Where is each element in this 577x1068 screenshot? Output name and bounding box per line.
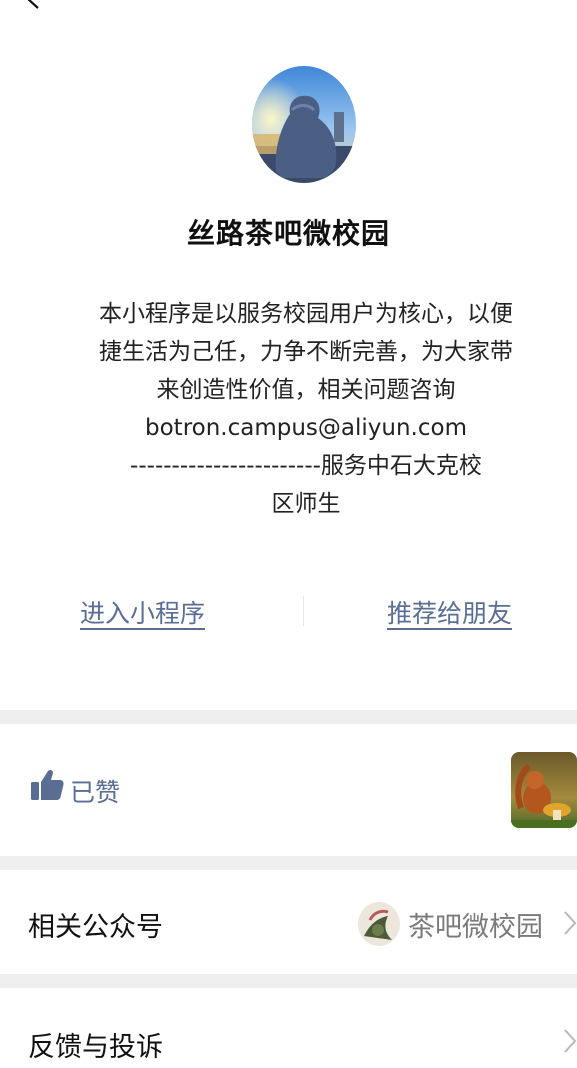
description-line: 来创造性价值，相关问题咨询 bbox=[156, 377, 456, 403]
action-divider bbox=[303, 596, 304, 626]
enter-mini-program-button[interactable]: 进入小程序 bbox=[80, 594, 205, 630]
related-account-row[interactable]: 相关公众号 茶吧微校园 bbox=[0, 870, 577, 974]
description-line: 本小程序是以服务校园用户为核心，以便 bbox=[99, 301, 513, 327]
mini-program-description: 本小程序是以服务校园用户为核心，以便 捷生活为己任，力争不断完善，为大家带 来创… bbox=[76, 295, 536, 523]
feedback-row[interactable]: 反馈与投诉 bbox=[0, 988, 577, 1068]
mini-program-name: 丝路茶吧微校园 bbox=[186, 217, 390, 250]
chevron-right-icon bbox=[564, 911, 577, 935]
liker-avatar bbox=[511, 752, 577, 828]
mini-program-avatar bbox=[252, 66, 356, 183]
description-line: 捷生活为己任，力争不断完善，为大家带 bbox=[99, 339, 513, 365]
back-button[interactable] bbox=[22, 0, 44, 10]
like-label: 已赞 bbox=[70, 778, 121, 807]
chevron-right-icon bbox=[564, 1029, 577, 1053]
thumbs-up-icon bbox=[30, 768, 64, 802]
like-row[interactable]: 已赞 bbox=[0, 724, 577, 856]
chevron-left-icon bbox=[27, 0, 39, 9]
recommend-to-friend-button[interactable]: 推荐给朋友 bbox=[387, 594, 512, 630]
section-separator bbox=[0, 974, 577, 988]
mini-program-header: 丝路茶吧微校园 本小程序是以服务校园用户为核心，以便 捷生活为己任，力争不断完善… bbox=[0, 0, 577, 710]
section-separator bbox=[0, 856, 577, 870]
official-account-name: 茶吧微校园 bbox=[408, 912, 543, 943]
official-account-avatar bbox=[358, 902, 400, 946]
related-account-label: 相关公众号 bbox=[28, 912, 163, 943]
description-email: botron.campus@aliyun.com bbox=[145, 415, 467, 441]
description-line: 区师生 bbox=[271, 491, 341, 517]
action-bar: 进入小程序 推荐给朋友 bbox=[0, 594, 577, 638]
section-separator bbox=[0, 710, 577, 724]
feedback-label: 反馈与投诉 bbox=[28, 1032, 163, 1063]
description-line: -----------------------服务中石大克校 bbox=[130, 453, 482, 479]
